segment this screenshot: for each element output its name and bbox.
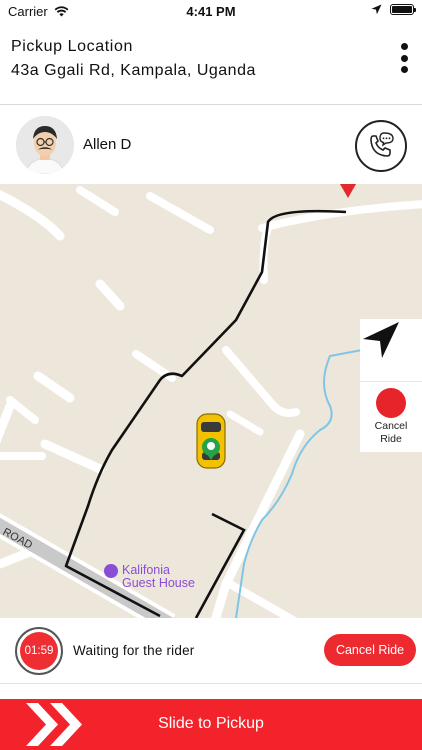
more-vertical-icon [400,66,408,73]
map-view[interactable]: ROAD Kalifonia Guest House Cancel Ride [0,184,422,618]
more-options-button[interactable] [392,40,416,76]
location-arrow-icon [371,4,382,15]
close-icon [360,382,376,398]
slide-label: Slide to Pickup [158,715,264,732]
timer-value: 01:59 [20,632,58,670]
avatar[interactable] [16,116,74,174]
status-bar: Carrier 4:41 PM [0,0,422,22]
rider-name: Allen D [83,136,132,153]
status-time: 4:41 PM [186,4,236,19]
more-vertical-icon [400,43,408,50]
phone-chat-icon [370,132,394,157]
more-vertical-icon [400,54,408,62]
cancel-circle [360,382,406,418]
slide-to-pickup-bar[interactable]: Slide to Pickup [0,699,422,750]
wait-timer: 01:59 [15,627,63,675]
poi-label[interactable]: Kalifonia Guest House [122,564,195,590]
car-icon [196,413,226,469]
status-right [371,4,416,15]
pickup-address: 43a Ggali Rd, Kampala, Uganda [11,62,256,79]
pickup-title: Pickup Location [11,38,133,55]
map-cancel-label: Cancel Ride [374,420,408,445]
rider-row: Allen D [0,106,422,184]
waiting-status-text: Waiting for the rider [73,643,195,658]
call-chat-button[interactable] [355,120,407,172]
destination-pin-icon [340,184,356,198]
recenter-button[interactable] [360,319,422,381]
pickup-header: Pickup Location 43a Ggali Rd, Kampala, U… [0,30,422,105]
battery-icon [390,4,416,15]
poi-icon [104,564,118,578]
river [235,349,363,618]
waiting-row: 01:59 Waiting for the rider Cancel Ride [0,618,422,684]
map-cancel-ride-button[interactable]: Cancel Ride [360,382,422,452]
cancel-ride-button[interactable]: Cancel Ride [324,634,416,666]
navigate-icon [363,322,399,358]
